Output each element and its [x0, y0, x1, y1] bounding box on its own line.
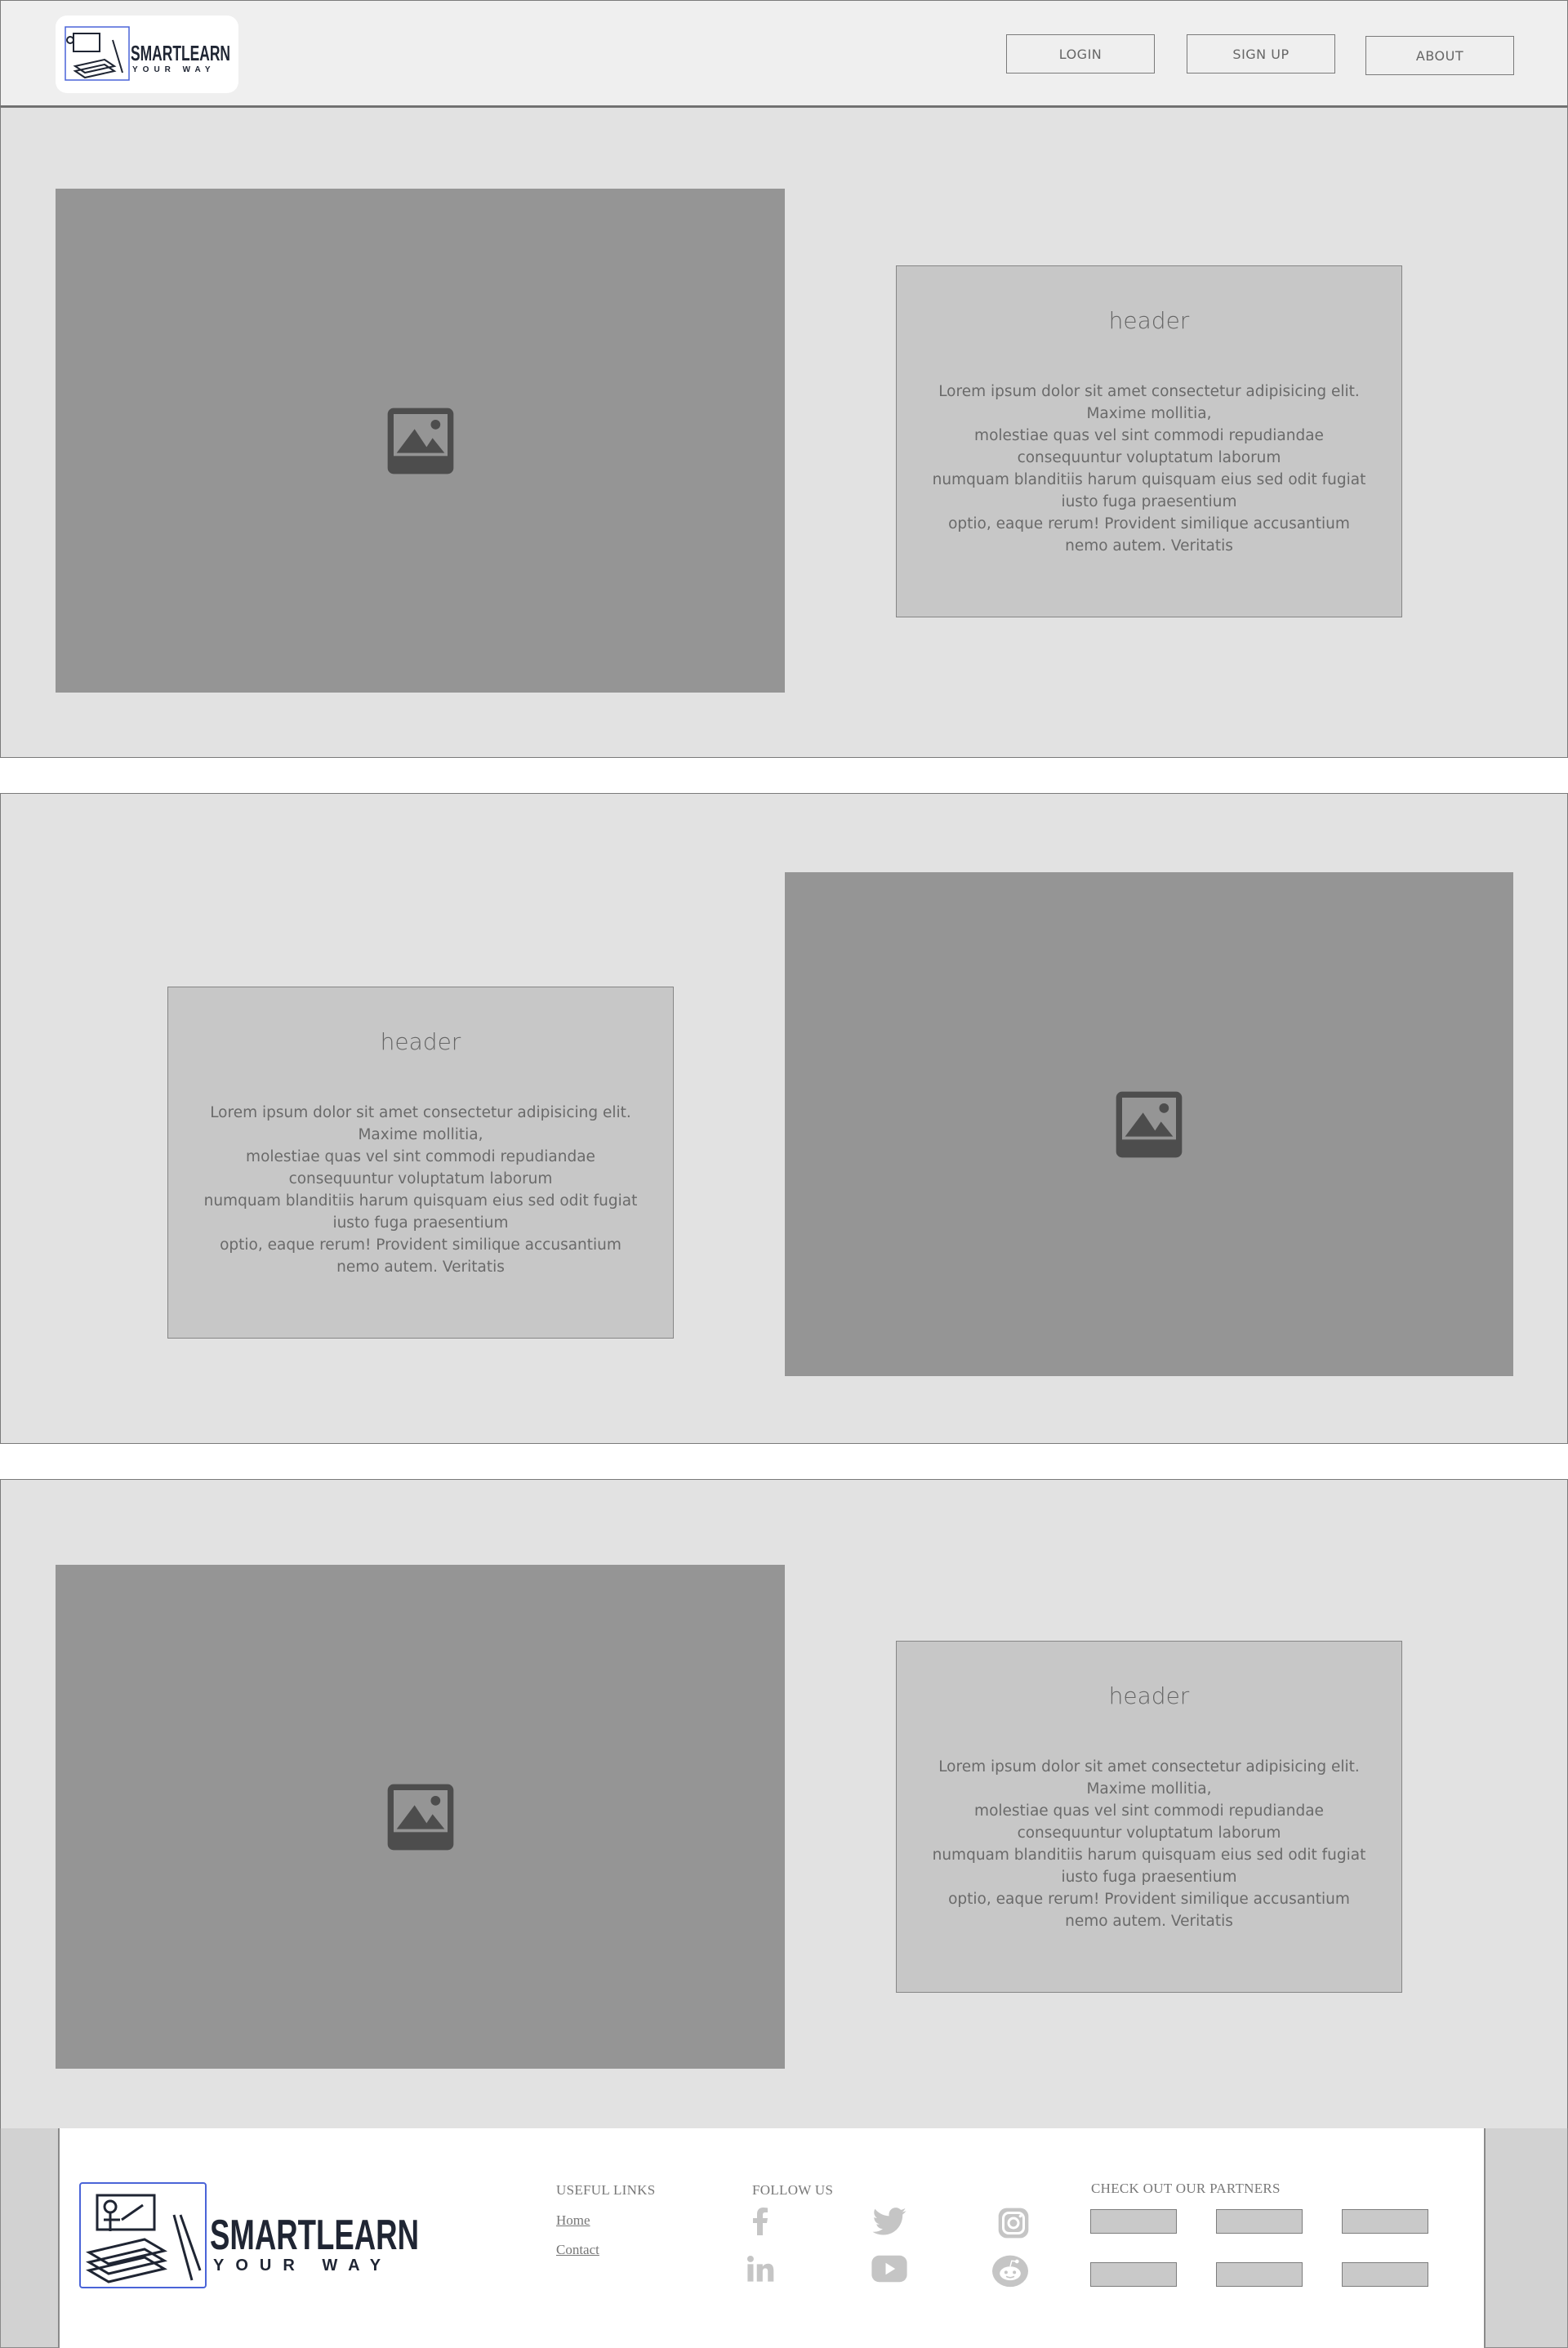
youtube-icon[interactable] [871, 2251, 907, 2287]
image-icon [387, 408, 453, 474]
text-card: header Lorem ipsum dolor sit amet consec… [896, 265, 1402, 617]
card-header: header [1108, 307, 1190, 334]
feature-section-2: header Lorem ipsum dolor sit amet consec… [0, 793, 1568, 1444]
twitter-icon[interactable] [871, 2203, 907, 2239]
feature-section-1: header Lorem ipsum dolor sit amet consec… [0, 107, 1568, 758]
footer-link-home[interactable]: Home [556, 2212, 590, 2229]
follow-us-heading: FOLLOW US [752, 2182, 834, 2198]
card-header: header [1108, 1682, 1190, 1709]
partner-logo-5[interactable] [1216, 2262, 1303, 2287]
logo-brand: SMARTLEARN [131, 41, 230, 65]
image-icon [1116, 1091, 1183, 1157]
text-card: header Lorem ipsum dolor sit amet consec… [896, 1641, 1402, 1993]
image-placeholder [785, 872, 1513, 1376]
card-body: Lorem ipsum dolor sit amet consectetur a… [203, 1104, 638, 1276]
footer-side-right [1485, 2128, 1568, 2348]
navbar: SMARTLEARN YOUR WAY LOGIN SIGN UP ABOUT [0, 0, 1568, 107]
signup-button[interactable]: SIGN UP [1187, 34, 1335, 74]
card-header: header [380, 1028, 461, 1055]
footer-logo[interactable]: SMARTLEARN YOUR WAY [79, 2182, 422, 2290]
partner-logo-1[interactable] [1090, 2209, 1177, 2234]
partner-logo-3[interactable] [1342, 2209, 1428, 2234]
card-body: Lorem ipsum dolor sit amet consectetur a… [932, 1758, 1366, 1930]
partners-heading: CHECK OUT OUR PARTNERS [1091, 2181, 1281, 2196]
footer-logo-tagline: YOUR WAY [213, 2257, 392, 2274]
footer-link-contact[interactable]: Contact [556, 2242, 599, 2258]
logo-tagline: YOUR WAY [132, 65, 216, 74]
facebook-icon[interactable] [742, 2203, 778, 2239]
partner-logo-2[interactable] [1216, 2209, 1303, 2234]
card-body: Lorem ipsum dolor sit amet consectetur a… [932, 383, 1366, 555]
partner-logo-6[interactable] [1342, 2262, 1428, 2287]
footer-logo-brand: SMARTLEARN [210, 2212, 419, 2259]
text-card: header Lorem ipsum dolor sit amet consec… [167, 987, 674, 1339]
about-button[interactable]: ABOUT [1365, 36, 1514, 75]
linkedin-icon[interactable] [742, 2251, 778, 2287]
image-icon [387, 1784, 453, 1850]
image-placeholder [56, 189, 785, 693]
instagram-icon[interactable] [996, 2205, 1031, 2241]
footer-side-left [0, 2128, 59, 2348]
footer: SMARTLEARN YOUR WAY USEFUL LINKS Home Co… [59, 2128, 1485, 2348]
partner-logo-4[interactable] [1090, 2262, 1177, 2287]
logo[interactable]: SMARTLEARN YOUR WAY [56, 16, 238, 93]
image-placeholder [56, 1565, 785, 2069]
login-button[interactable]: LOGIN [1006, 34, 1155, 74]
reddit-icon[interactable] [992, 2252, 1028, 2288]
feature-section-3: header Lorem ipsum dolor sit amet consec… [0, 1479, 1568, 2130]
useful-links-heading: USEFUL LINKS [556, 2182, 656, 2198]
